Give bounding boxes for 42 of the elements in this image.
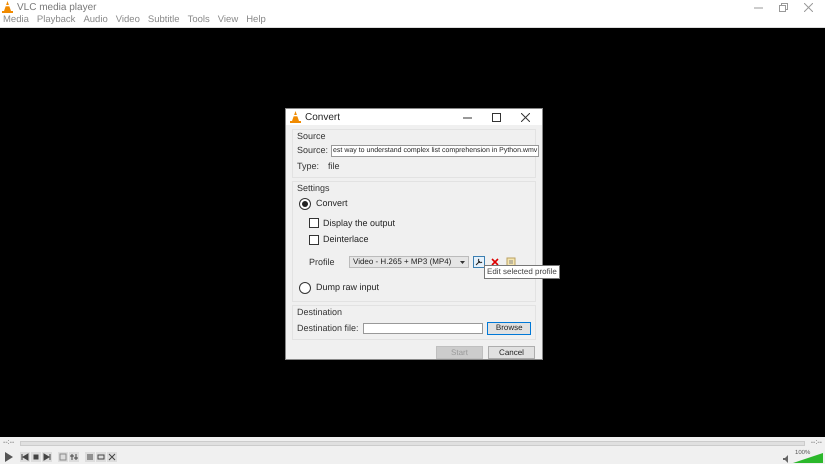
profile-label: Profile [309, 256, 336, 268]
menu-item[interactable]: Subtitle [148, 13, 180, 28]
extended-settings-icon[interactable] [69, 452, 79, 462]
menu-item[interactable]: Media [3, 13, 29, 28]
stop-icon[interactable] [31, 452, 41, 462]
close-icon[interactable] [521, 112, 530, 122]
maximize-icon[interactable] [492, 112, 501, 122]
next-icon[interactable] [42, 452, 52, 462]
browse-button[interactable]: Browse [487, 322, 531, 335]
checkbox-label: Deinterlace [323, 233, 369, 246]
radio-label: Dump raw input [316, 281, 380, 294]
speaker-icon[interactable] [783, 455, 791, 463]
menu-item[interactable]: Tools [188, 13, 210, 28]
wrench-icon[interactable] [473, 256, 485, 268]
radio-button[interactable] [299, 198, 311, 210]
type-label: Type: [297, 160, 320, 173]
dialog-title: Convert [305, 110, 340, 124]
checkbox[interactable] [309, 218, 319, 228]
menu-item[interactable]: Audio [83, 13, 108, 28]
source-label: Source: [297, 144, 328, 157]
caret-icon [460, 260, 465, 264]
group-title: Source [297, 130, 327, 143]
window-title: VLC media player [17, 0, 96, 14]
destination-label: Destination file: [297, 322, 359, 334]
previous-icon[interactable] [20, 452, 30, 462]
tooltip: Edit selected profile [484, 264, 560, 278]
group-title: Settings [297, 182, 331, 195]
radio-label: Convert [316, 197, 348, 210]
group-title: Destination [297, 306, 344, 318]
type-value: file [328, 160, 340, 172]
menu-item[interactable]: Help [246, 13, 266, 28]
checkbox-label: Display the output [323, 216, 396, 230]
radio-button[interactable] [299, 282, 311, 294]
dialog-button[interactable]: Cancel [488, 346, 535, 359]
checkbox[interactable] [309, 234, 319, 245]
playlist-icon[interactable] [85, 452, 95, 462]
destination-field[interactable] [362, 322, 484, 334]
menu-item[interactable]: View [218, 13, 238, 28]
restore-icon[interactable] [779, 2, 788, 12]
menu-item[interactable]: Video [116, 13, 140, 28]
menu-item[interactable]: Playback [36, 13, 76, 28]
profile-dropdown[interactable]: Video - H.265 + MP3 (MP4) [349, 256, 469, 268]
